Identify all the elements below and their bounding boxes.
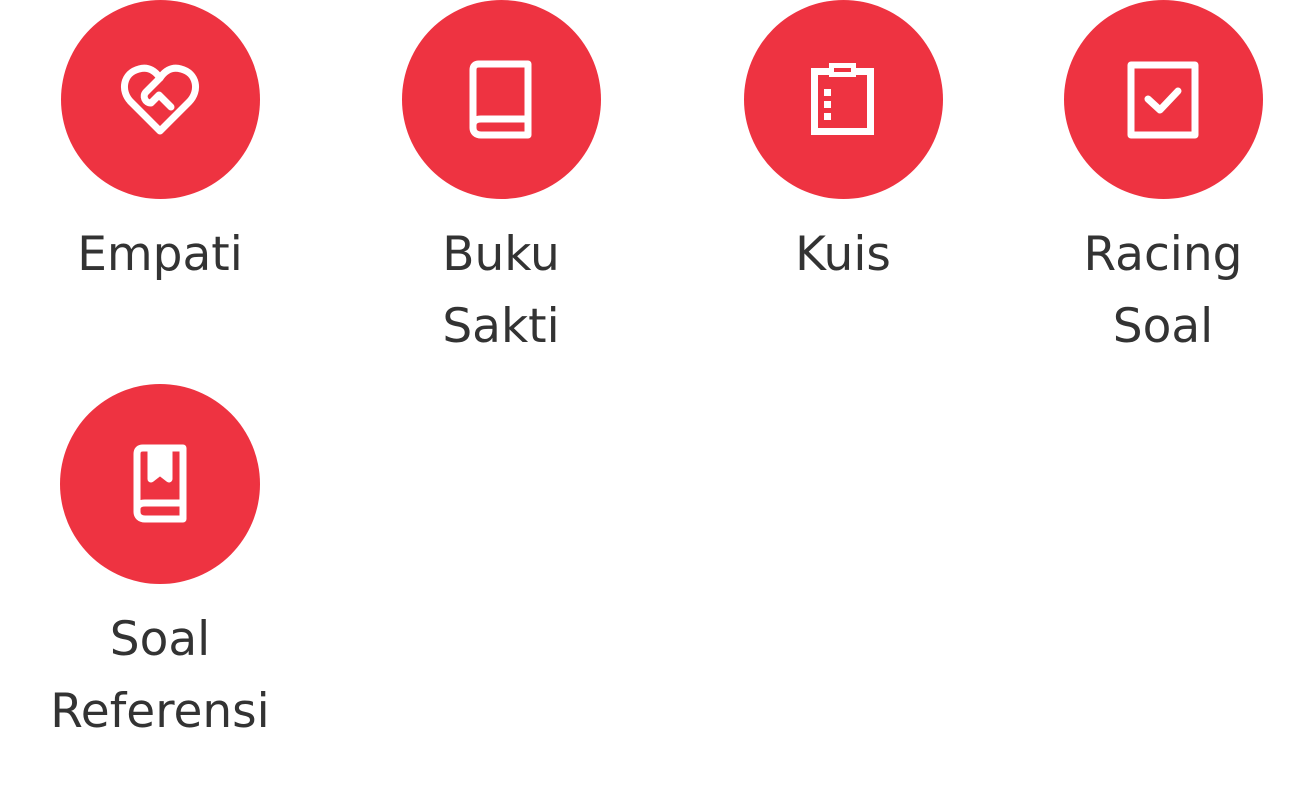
menu-item-circle bbox=[1063, 0, 1263, 199]
menu-item-label: Kuis bbox=[795, 227, 891, 282]
book-icon bbox=[469, 60, 532, 138]
menu-item-label: Buku Sakti bbox=[442, 227, 560, 354]
menu-item-circle bbox=[60, 384, 260, 584]
heart-handshake-icon bbox=[120, 64, 200, 134]
menu-item-circle bbox=[401, 0, 601, 199]
menu-item-soal-referensi[interactable]: Soal Referensi bbox=[20, 384, 300, 748]
menu-item-label: Soal Referensi bbox=[50, 612, 270, 739]
menu-item-circle bbox=[60, 0, 260, 199]
menu-item-racing-soal[interactable]: Racing Soal bbox=[1023, 0, 1303, 363]
menu-item-label: Racing Soal bbox=[1083, 227, 1243, 354]
menu-item-buku-sakti[interactable]: Buku Sakti bbox=[361, 0, 641, 363]
menu-item-empati[interactable]: Empati bbox=[20, 0, 300, 291]
clipboard-list-icon bbox=[811, 62, 874, 135]
bookmark-book-icon bbox=[133, 444, 187, 523]
checkbox-icon bbox=[1127, 61, 1199, 138]
menu-item-label: Empati bbox=[77, 227, 243, 282]
menu-item-circle bbox=[743, 0, 943, 199]
menu-item-kuis[interactable]: Kuis bbox=[703, 0, 983, 291]
